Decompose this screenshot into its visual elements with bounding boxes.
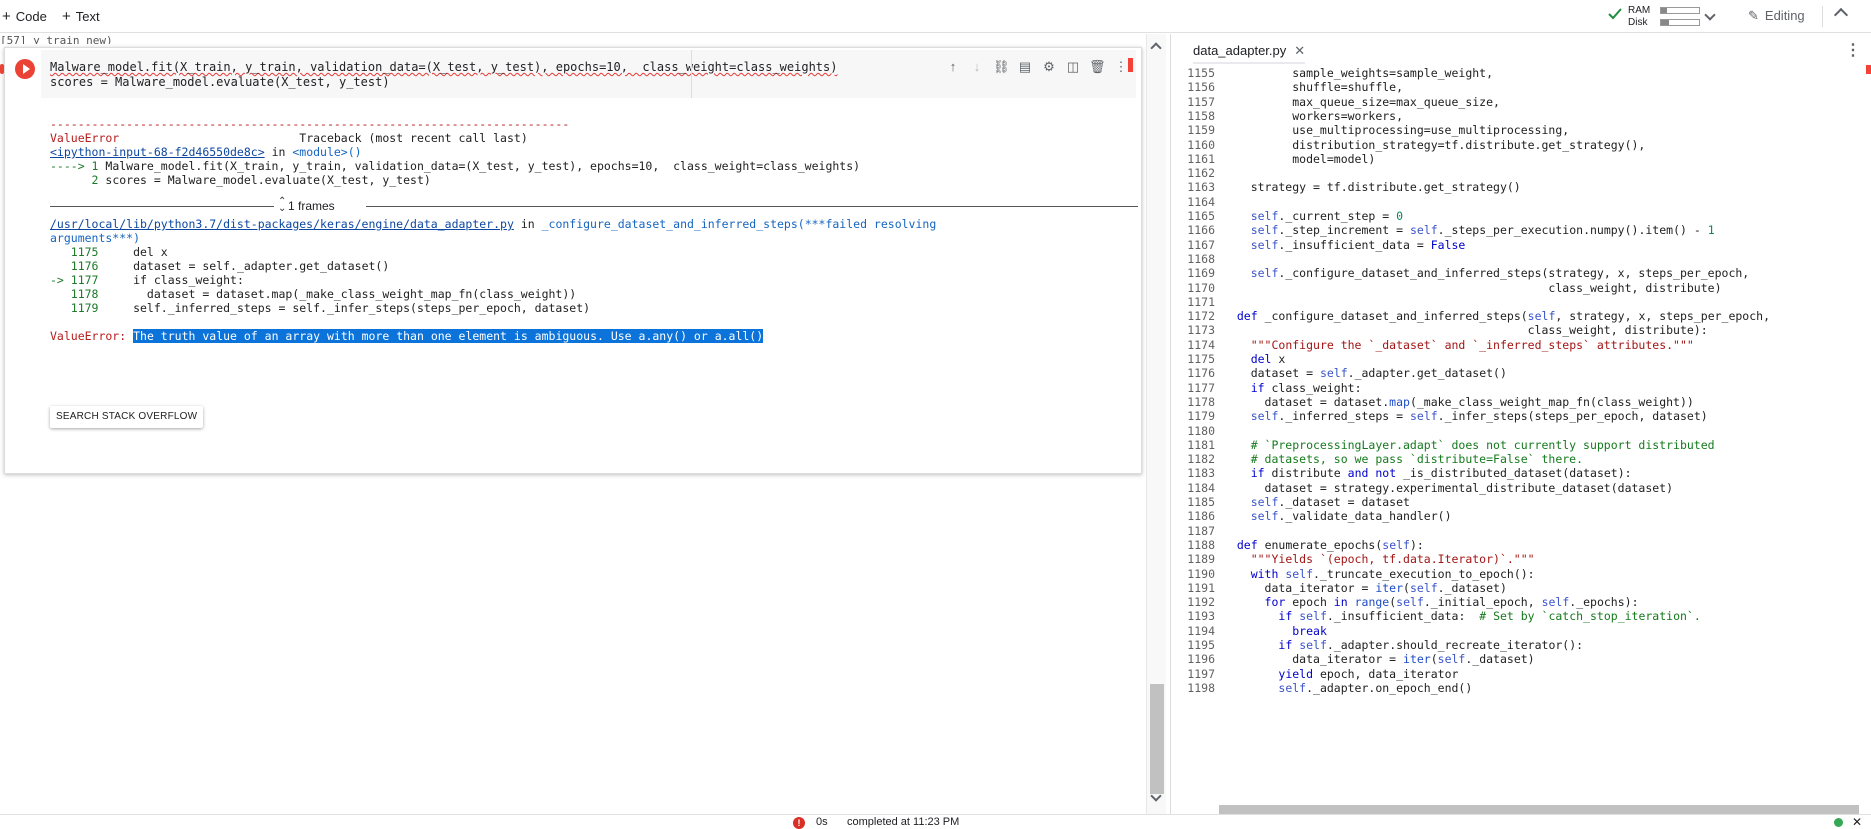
check-icon <box>1608 8 1622 20</box>
more-vert-icon[interactable]: ⋮ <box>1845 40 1861 60</box>
frame-code-line: 1178 dataset = dataset.map(_make_class_w… <box>50 287 577 301</box>
selected-error-message[interactable]: The truth value of an array with more th… <box>133 329 764 343</box>
tab-data-adapter[interactable]: data_adapter.py ✕ <box>1193 34 1306 64</box>
code-cell[interactable]: Malware_model.fit(X_train, y_train, vali… <box>0 47 1142 474</box>
code-line-2: scores = Malware_model.evaluate(X_test, … <box>50 75 390 89</box>
notebook-pane: [57] y_train_new) Malware_model.fit(X_tr… <box>0 34 1143 814</box>
search-stack-overflow-button[interactable]: SEARCH STACK OVERFLOW <box>50 406 204 428</box>
frame-code-line: 1175 del x <box>50 245 168 259</box>
editor-scrollbar[interactable] <box>1863 65 1871 805</box>
editor-horizontal-scrollbar[interactable] <box>1219 805 1859 814</box>
top-toolbar: + Code + Text RAM Disk ✎ Editing <box>0 0 1871 33</box>
file-viewer-pane: data_adapter.py ✕ ⋮ 1155 sample_weights=s… <box>1170 34 1871 814</box>
frames-toggle[interactable]: ⌃ ⌄ 1 frames <box>50 196 1138 214</box>
close-icon[interactable]: ✕ <box>1852 815 1862 829</box>
add-text-button[interactable]: + Text <box>62 8 100 25</box>
cell-error-marker <box>0 64 4 74</box>
toolbar-divider <box>1822 6 1823 27</box>
resource-monitor[interactable]: RAM Disk <box>1608 4 1718 30</box>
unfold-icon: ⌃ ⌄ <box>278 196 287 214</box>
frame-file-line: /usr/local/lib/python3.7/dist-packages/k… <box>50 217 937 231</box>
ruler-line <box>691 50 692 98</box>
final-error-line: ValueError: The truth value of an array … <box>50 329 764 343</box>
traceback-input-line: <ipython-input-68-f2d46550de8c> in <modu… <box>50 145 362 159</box>
plus-icon: + <box>62 8 71 25</box>
comment-icon[interactable]: ▤ <box>1017 59 1033 75</box>
disk-label: Disk <box>1628 17 1648 28</box>
traceback-line-2: 2 scores = Malware_model.evaluate(X_test… <box>50 173 431 187</box>
ram-usage-bar <box>1660 7 1700 14</box>
ipython-input-link[interactable]: <ipython-input-68-f2d46550de8c> <box>50 145 265 159</box>
arrow-up-icon[interactable]: ↑ <box>945 59 961 75</box>
plus-icon: + <box>2 8 11 25</box>
ram-label: RAM <box>1628 5 1651 16</box>
execution-time: 0s <box>816 816 828 828</box>
close-icon[interactable]: ✕ <box>1294 43 1305 58</box>
scrollbar-error-marker <box>1866 65 1871 74</box>
chevron-down-icon[interactable] <box>1704 9 1716 21</box>
mirror-cell-icon[interactable]: ◫ <box>1065 59 1081 75</box>
frame-code-line: 1179 self._inferred_steps = self._infer_… <box>50 301 591 315</box>
run-cell-button[interactable] <box>15 59 35 79</box>
gear-icon[interactable]: ⚙ <box>1041 59 1057 75</box>
error-icon: ! <box>793 817 805 829</box>
frame-func-cont: arguments***) <box>50 231 141 245</box>
traceback-header-line: ValueError Traceback (most recent call l… <box>50 131 528 145</box>
previous-cell-fragment: [57] y_train_new) <box>0 34 113 44</box>
connected-status-dot <box>1834 818 1843 827</box>
notebook-scrollbar[interactable] <box>1146 34 1166 814</box>
editing-mode-button[interactable]: ✎ Editing <box>1748 8 1805 24</box>
chevron-up-icon[interactable] <box>1150 42 1162 54</box>
editor-line: 1198 self._adapter.on_epoch_end() <box>1187 680 1473 695</box>
frames-rule-right <box>366 206 1138 207</box>
traceback-dashes: ----------------------------------------… <box>50 117 570 131</box>
disk-usage-bar <box>1660 19 1700 26</box>
file-editor[interactable]: 1155 sample_weights=sample_weight, 1156 s… <box>1171 65 1861 805</box>
chevron-up-icon[interactable] <box>1833 7 1849 23</box>
completion-status: completed at 11:23 PM <box>847 816 960 828</box>
file-path-link[interactable]: /usr/local/lib/python3.7/dist-packages/k… <box>50 217 514 231</box>
arrow-down-icon[interactable]: ↓ <box>969 59 985 75</box>
disk-usage-fill <box>1661 20 1669 25</box>
add-code-button[interactable]: + Code <box>2 8 47 25</box>
scrollbar-thumb[interactable] <box>1150 684 1164 794</box>
traceback-arrow-line: ----> 1 Malware_model.fit(X_train, y_tra… <box>50 159 861 173</box>
pencil-icon: ✎ <box>1748 8 1759 23</box>
frame-code-line: -> 1177 if class_weight: <box>50 273 244 287</box>
more-vert-icon[interactable]: ⋮ <box>1113 59 1129 75</box>
code-line-1: Malware_model.fit(X_train, y_train, vali… <box>50 60 838 74</box>
ram-usage-fill <box>1661 8 1667 13</box>
link-icon[interactable]: ⛓ <box>993 59 1010 75</box>
frames-rule-left <box>50 206 274 207</box>
status-bar: ! 0s completed at 11:23 PM ✕ <box>0 814 1871 829</box>
frame-code-line: 1176 dataset = self._adapter.get_dataset… <box>50 259 390 273</box>
trash-icon[interactable]: 🗑 <box>1089 59 1106 75</box>
cell-toolbar: ↑ ↓ ⛓ ▤ ⚙ ◫ 🗑 ⋮ <box>945 56 1137 80</box>
